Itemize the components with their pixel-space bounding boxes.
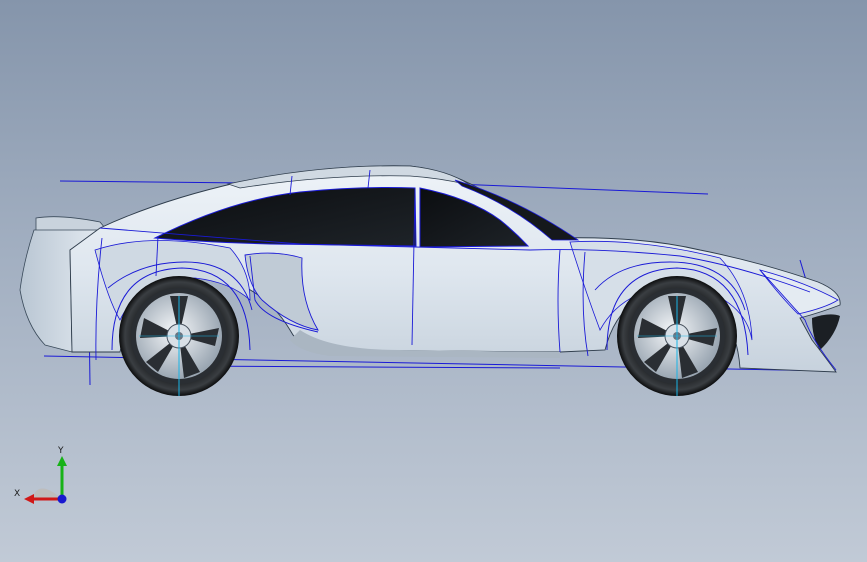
car-model[interactable] (0, 0, 867, 562)
front-wheel (617, 276, 737, 396)
axis-triad: Y X (14, 446, 67, 504)
triad-plane-icon (32, 488, 62, 499)
z-axis-dot (57, 494, 67, 504)
3d-viewport[interactable]: Y X (0, 0, 867, 562)
rear-wheel (119, 276, 239, 396)
x-axis-label: X (14, 489, 20, 499)
y-axis-label: Y (57, 446, 64, 456)
